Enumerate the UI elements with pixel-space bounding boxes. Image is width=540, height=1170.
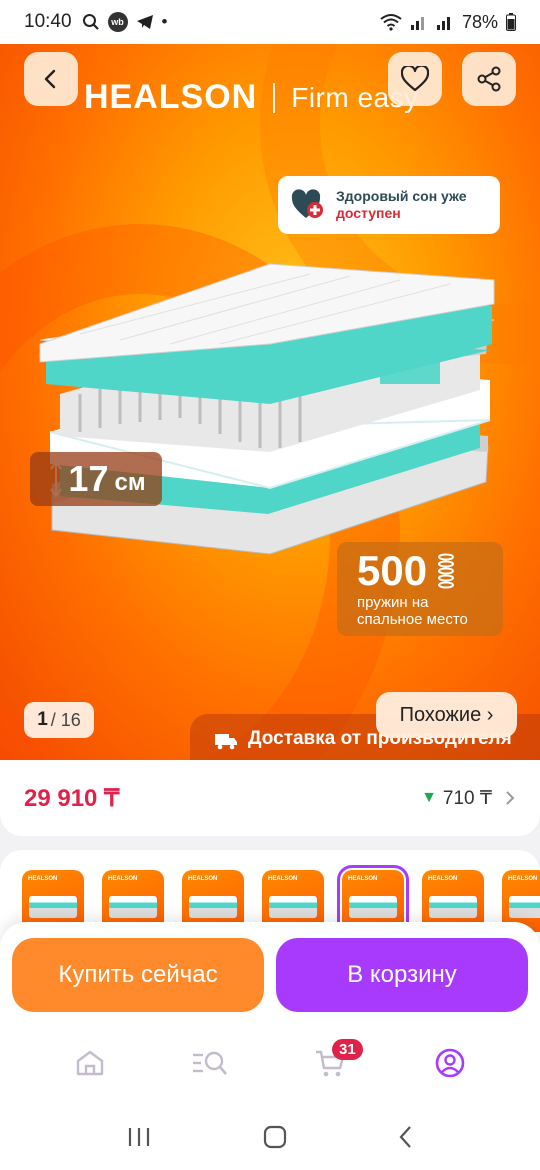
share-button[interactable] [462, 52, 516, 106]
springs-line2: спальное место [357, 611, 468, 628]
brand-divider [273, 82, 276, 113]
wb-app-icon: wb [107, 12, 128, 32]
chevron-left-icon [44, 69, 56, 89]
product-image-carousel[interactable]: HEALSON Firm easy Здоровый сон уже досту… [0, 44, 540, 760]
thumbnail-mattress [429, 896, 477, 918]
status-time: 10:40 [24, 11, 72, 32]
thumbnail-logo: HEALSON [508, 876, 538, 882]
cart-count-badge: 31 [332, 1039, 363, 1060]
signal-icon [410, 17, 424, 30]
thumbnail-logo: HEALSON [108, 876, 138, 882]
image-counter-current: 1 [37, 709, 48, 730]
height-value: 17 [68, 458, 109, 499]
heart-icon [401, 66, 429, 92]
thumbnail-mattress [349, 896, 397, 918]
height-unit: см [114, 469, 146, 496]
buy-now-button[interactable]: Купить сейчас [12, 938, 264, 1012]
health-sleep-card: Здоровый сон уже доступен [278, 176, 500, 234]
status-icons-left: wb • [82, 12, 168, 32]
telegram-icon [136, 15, 153, 29]
home-icon [76, 1050, 104, 1076]
spring-icon [438, 553, 455, 589]
brand-name: HEALSON [84, 78, 258, 116]
recent-apps-icon[interactable] [126, 1126, 152, 1148]
thumbnail-mattress [29, 896, 77, 918]
product-price: 29 910 ₸ [24, 784, 120, 812]
nav-home[interactable] [60, 1033, 120, 1093]
image-counter: 1 / 16 [24, 702, 94, 738]
chevron-right-icon [506, 791, 515, 805]
truck-icon [215, 734, 237, 750]
thumbnail-mattress [109, 896, 157, 918]
bonus-value: 710 ₸ [442, 787, 492, 809]
status-bar: 10:40 wb • 78% [0, 0, 540, 44]
share-icon [477, 66, 501, 92]
similar-button[interactable]: Похожие › [376, 692, 517, 738]
image-counter-total: / 16 [50, 709, 81, 730]
add-to-cart-button[interactable]: В корзину [276, 938, 528, 1012]
nav-catalog[interactable] [180, 1033, 240, 1093]
search-icon [82, 14, 99, 30]
thumbnail-logo: HEALSON [188, 876, 218, 882]
signal-icon-2 [436, 17, 450, 30]
home-button-icon[interactable] [263, 1125, 287, 1149]
health-card-line1: Здоровый сон уже [336, 188, 467, 204]
thumbnail-mattress [189, 896, 237, 918]
action-bar: Купить сейчас В корзину [0, 922, 540, 1022]
nav-cart[interactable]: 31 [300, 1033, 363, 1093]
bonus-link[interactable]: ▼ 710 ₸ [421, 787, 516, 810]
system-nav-bar [0, 1104, 540, 1170]
wifi-icon [380, 14, 402, 31]
battery-percent: 78% [461, 11, 498, 32]
height-badge: 17 см [30, 452, 162, 506]
back-button[interactable] [24, 52, 78, 106]
thumbnail-mattress [509, 896, 540, 918]
thumbnail-logo: HEALSON [348, 876, 378, 882]
catalog-search-icon [193, 1051, 227, 1075]
springs-value-row: 500 [357, 548, 503, 594]
health-card-text: Здоровый сон уже доступен [336, 188, 467, 222]
status-icons-right: 78% [380, 12, 516, 33]
triangle-down-icon: ▼ [421, 789, 437, 806]
bottom-nav: 31 [0, 1022, 540, 1104]
heart-cross-icon [291, 189, 323, 218]
battery-icon [506, 13, 516, 31]
thumbnail-mattress [269, 896, 317, 918]
profile-icon [435, 1048, 465, 1078]
thumbnail-logo: HEALSON [428, 876, 458, 882]
dot-icon: • [161, 12, 168, 31]
brand-logo: HEALSON Firm easy [84, 78, 419, 117]
price-card: 29 910 ₸ ▼ 710 ₸ [0, 760, 540, 836]
springs-badge: 500 пружин на спальное место [337, 542, 503, 636]
springs-value: 500 [357, 547, 428, 594]
health-card-line2: доступен [336, 205, 401, 221]
springs-line1: пружин на [357, 594, 429, 611]
thumbnail-logo: HEALSON [268, 876, 298, 882]
nav-profile[interactable] [420, 1033, 480, 1093]
thumbnail-logo: HEALSON [28, 876, 58, 882]
back-nav-icon[interactable] [398, 1125, 414, 1149]
favorite-button[interactable] [388, 52, 442, 106]
